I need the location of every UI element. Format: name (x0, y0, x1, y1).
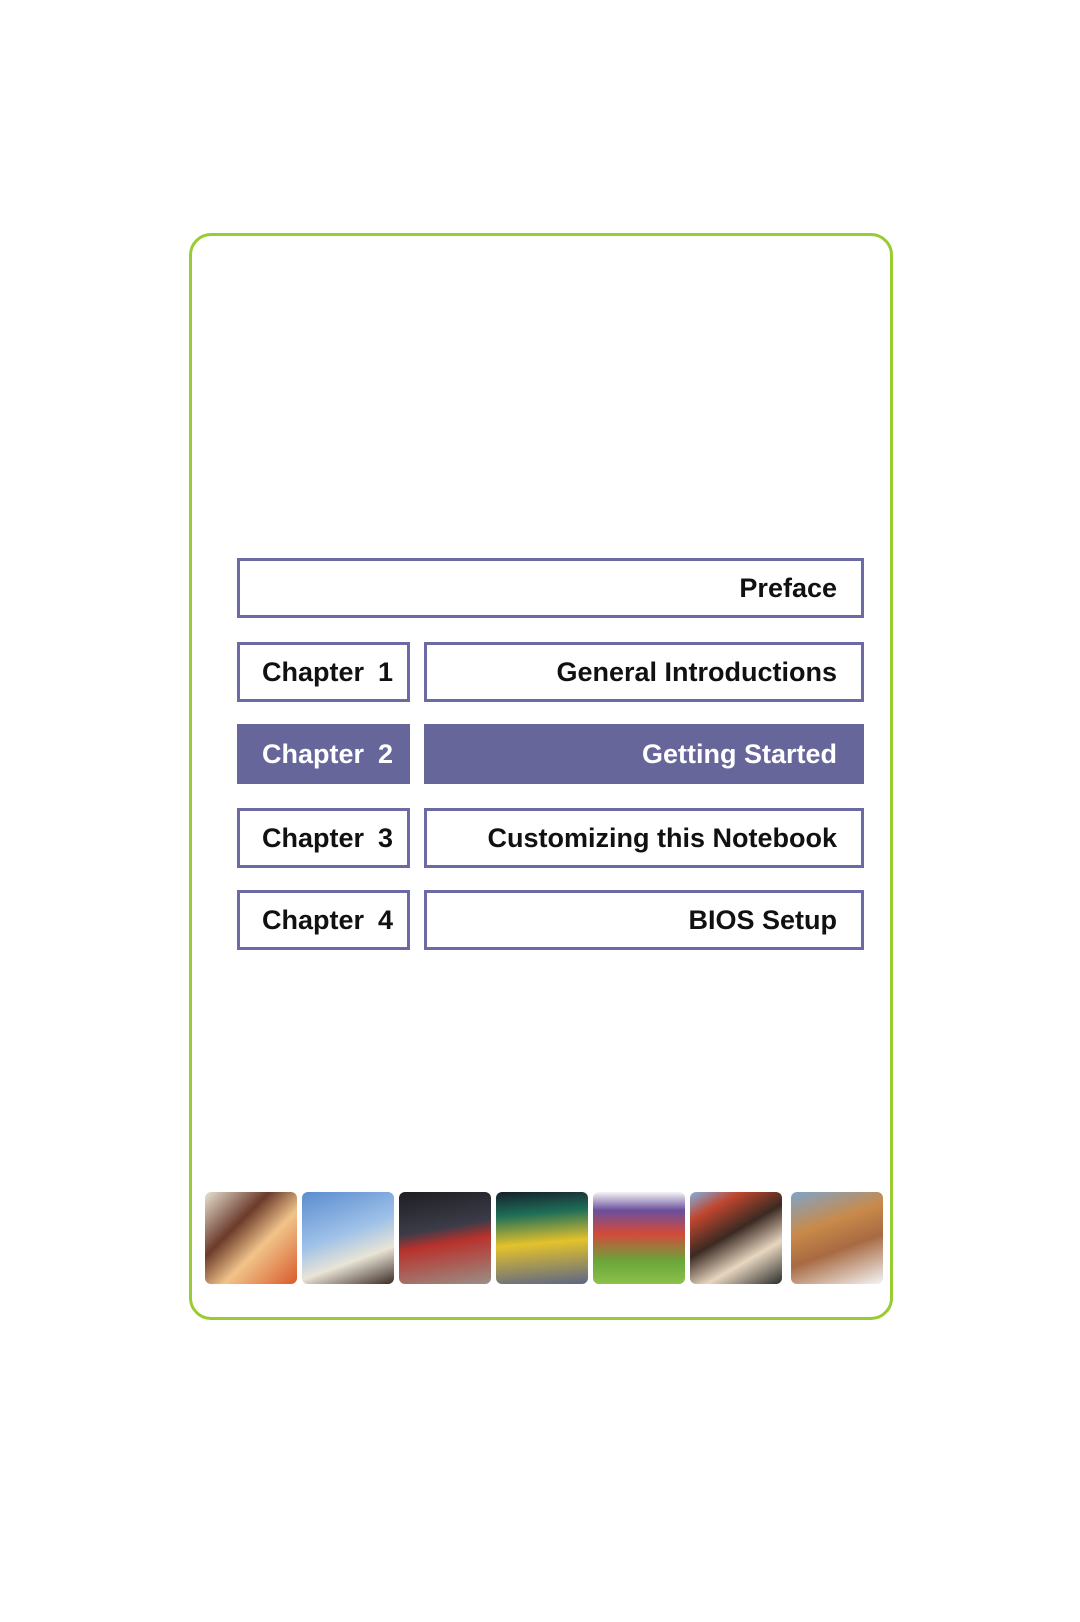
toc-preface[interactable]: Preface (237, 558, 864, 618)
chapter-title: Getting Started (641, 738, 837, 769)
toc-chapter-2-title[interactable]: Getting Started (424, 724, 864, 784)
couple-golden-gate-photo (690, 1192, 782, 1284)
chapter-label: Chapter (262, 738, 365, 769)
chapter-title: General Introductions (556, 656, 837, 687)
chapter-label: Chapter (262, 656, 365, 687)
toc-chapter-3-title[interactable]: Customizing this Notebook (424, 808, 864, 868)
man-with-phone-leaning-tower-photo (302, 1192, 394, 1284)
toc-chapter-2-number[interactable]: Chapter 2 (237, 724, 410, 784)
toc-chapter-4-number[interactable]: Chapter 4 (237, 890, 410, 950)
chapter-title: BIOS Setup (688, 904, 837, 935)
cyclist-photo (399, 1192, 491, 1284)
photo-strip (205, 1192, 883, 1284)
chapter-number: 3 (378, 822, 394, 853)
toc-chapter-1-number[interactable]: Chapter 1 (237, 642, 410, 702)
chapter-label: Chapter (262, 904, 365, 935)
two-women-laughing-photo (205, 1192, 297, 1284)
chapter-label: Chapter (262, 822, 365, 853)
toc-chapter-3-number[interactable]: Chapter 3 (237, 808, 410, 868)
chapter-number: 2 (378, 738, 394, 769)
toc-chapter-1-title[interactable]: General Introductions (424, 642, 864, 702)
toc-chapter-4-title[interactable]: BIOS Setup (424, 890, 864, 950)
preface-label: Preface (739, 572, 837, 603)
yellow-taxi-photo (496, 1192, 588, 1284)
chapter-number: 4 (378, 904, 394, 935)
woman-with-water-bottle-photo (791, 1192, 883, 1284)
chapter-title: Customizing this Notebook (487, 822, 837, 853)
chapter-number: 1 (378, 656, 394, 687)
soccer-players-photo (593, 1192, 685, 1284)
